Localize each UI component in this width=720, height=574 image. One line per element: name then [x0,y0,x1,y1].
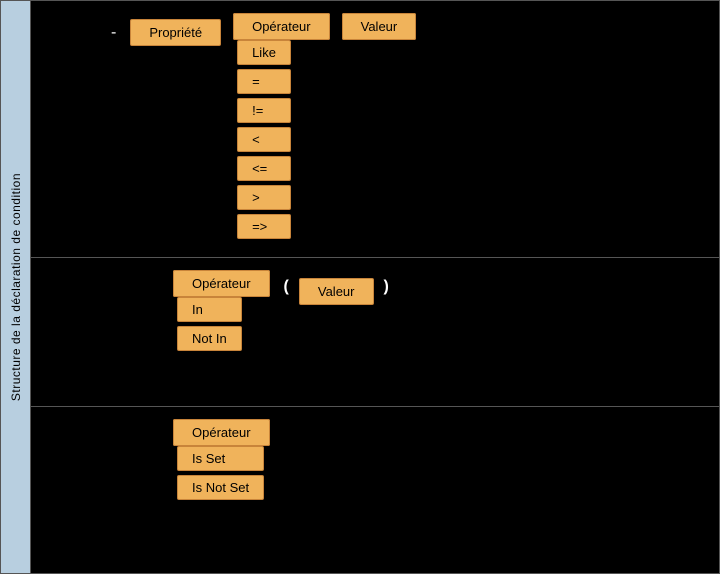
content-area: - Propriété Opérateur Like = != < <= [31,1,719,573]
dash-icon: - [111,24,116,42]
op-eq[interactable]: = [237,69,291,94]
operateur-header-3: Opérateur [173,419,270,446]
op-in[interactable]: In [177,297,242,322]
operateur-header-2: Opérateur [173,270,270,297]
op-lte[interactable]: <= [237,156,291,181]
sidebar-label: Structure de la déclaration de condition [1,1,31,573]
propriete-header: Propriété [130,19,221,46]
op-not-in[interactable]: Not In [177,326,242,351]
op-is-set[interactable]: Is Set [177,446,264,471]
op-neq[interactable]: != [237,98,291,123]
valeur-header-1: Valeur [342,13,417,40]
main-container: Structure de la déclaration de condition… [0,0,720,574]
op-like[interactable]: Like [237,40,291,65]
section-1: - Propriété Opérateur Like = != < <= [31,1,719,258]
op-is-not-set[interactable]: Is Not Set [177,475,264,500]
paren-close: ) [380,278,393,296]
op-gt[interactable]: > [237,185,291,210]
section-2: Opérateur In Not In ( Valeur ) [31,258,719,407]
operateur-header-1: Opérateur [233,13,330,40]
valeur-header-2: Valeur [299,278,374,305]
paren-open: ( [280,278,293,296]
section-3: Opérateur Is Set Is Not Set [31,407,719,573]
op-gte[interactable]: => [237,214,291,239]
sidebar-label-text: Structure de la déclaration de condition [9,173,23,401]
op-lt[interactable]: < [237,127,291,152]
